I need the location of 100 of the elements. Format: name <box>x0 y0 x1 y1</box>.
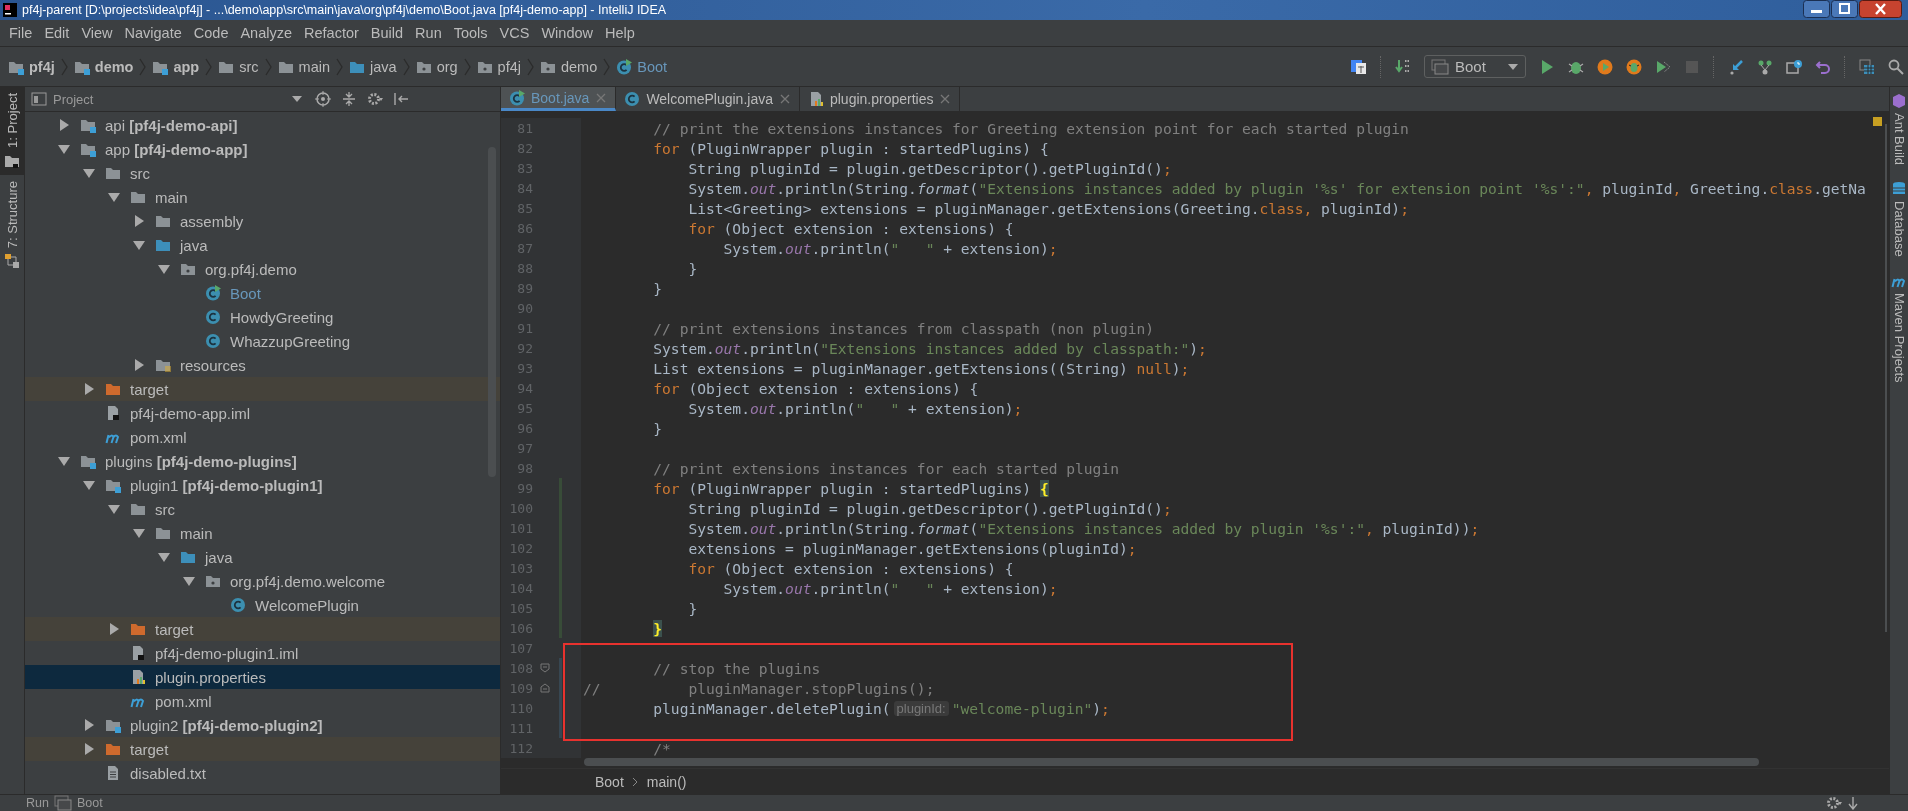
tree-item[interactable]: org.pf4j.demo <box>25 257 500 281</box>
tree-item[interactable]: WelcomePlugin <box>25 593 500 617</box>
menu-item[interactable]: Tools <box>447 23 494 43</box>
collapsed-arrow-icon[interactable] <box>57 118 71 132</box>
tree-item[interactable]: main <box>25 521 500 545</box>
tree-item[interactable]: HowdyGreeting <box>25 305 500 329</box>
expanded-arrow-icon[interactable] <box>57 454 71 468</box>
tree-item[interactable]: src <box>25 161 500 185</box>
run-icon[interactable] <box>1539 58 1555 75</box>
menu-item[interactable]: Build <box>364 23 410 43</box>
close-icon[interactable] <box>778 93 791 105</box>
tree-item[interactable]: target <box>25 377 500 401</box>
collapsed-arrow-icon[interactable] <box>132 358 146 372</box>
breadcrumb-item[interactable]: Boot <box>595 773 624 790</box>
tree-item[interactable]: resources <box>25 353 500 377</box>
tree-item[interactable]: plugin.properties <box>25 665 500 689</box>
editor-tab[interactable]: plugin.properties <box>799 87 961 111</box>
tree-item[interactable]: assembly <box>25 209 500 233</box>
menu-item[interactable]: Analyze <box>234 23 299 43</box>
menu-item[interactable]: Run <box>409 23 448 43</box>
sort-icon[interactable] <box>1395 58 1411 75</box>
collapsed-arrow-icon[interactable] <box>82 718 96 732</box>
tree-item[interactable]: target <box>25 617 500 641</box>
menu-item[interactable]: Refactor <box>298 23 365 43</box>
scrollbar-thumb[interactable] <box>584 758 1759 766</box>
tree-item[interactable]: pf4j-demo-plugin1.iml <box>25 641 500 665</box>
collapse-icon[interactable] <box>341 91 357 107</box>
expanded-arrow-icon[interactable] <box>182 574 196 588</box>
breadcrumb-item[interactable]: pf4j <box>8 58 55 75</box>
tree-item[interactable]: Boot <box>25 281 500 305</box>
tree-item[interactable]: WhazzupGreeting <box>25 329 500 353</box>
tree-item[interactable]: api [pf4j-demo-api] <box>25 113 500 137</box>
change-marker[interactable] <box>559 698 562 718</box>
tool-window-tab[interactable]: Run Boot <box>26 795 103 811</box>
menu-item[interactable]: Edit <box>38 23 76 43</box>
tree-item[interactable]: org.pf4j.demo.welcome <box>25 569 500 593</box>
breadcrumb-item[interactable]: demo <box>540 58 598 75</box>
expanded-arrow-icon[interactable] <box>107 190 121 204</box>
tree-item[interactable]: java <box>25 233 500 257</box>
breadcrumb-item[interactable]: main <box>277 58 330 75</box>
profile-icon[interactable] <box>1626 58 1642 75</box>
panel-view-dropdown[interactable]: Project <box>31 91 303 107</box>
tree-item[interactable]: pom.xml <box>25 425 500 449</box>
collapsed-arrow-icon[interactable] <box>82 382 96 396</box>
download-icon[interactable] <box>1848 796 1858 810</box>
editor-tab[interactable]: WelcomePlugin.java <box>616 87 800 111</box>
tool-window-tab[interactable]: Maven Projects <box>1890 266 1908 393</box>
tree-item[interactable]: disabled.txt <box>25 761 500 785</box>
run-configuration-dropdown[interactable]: Boot <box>1424 55 1526 78</box>
locate-icon[interactable] <box>315 91 331 107</box>
collapsed-arrow-icon[interactable] <box>82 742 96 756</box>
tool-window-tab[interactable]: 7: Structure <box>0 174 24 276</box>
breadcrumb-item[interactable]: pf4j <box>476 58 521 75</box>
tree-item[interactable]: target <box>25 737 500 761</box>
tool-window-tab[interactable]: Ant Build <box>1890 87 1908 176</box>
tree-item[interactable]: main <box>25 185 500 209</box>
close-button[interactable] <box>1859 0 1902 18</box>
tool-window-tab[interactable]: 1: Project <box>0 87 24 175</box>
expanded-arrow-icon[interactable] <box>57 142 71 156</box>
collapsed-arrow-icon[interactable] <box>132 214 146 228</box>
fold-icon[interactable] <box>540 683 550 693</box>
breadcrumb-item[interactable]: app <box>152 58 200 75</box>
tree-item[interactable]: plugins [pf4j-demo-plugins] <box>25 449 500 473</box>
breadcrumb-item[interactable]: java <box>349 58 397 75</box>
maximize-button[interactable] <box>1831 0 1858 18</box>
expanded-arrow-icon[interactable] <box>132 238 146 252</box>
tree-item[interactable]: pf4j-demo-app.iml <box>25 401 500 425</box>
menu-item[interactable]: Window <box>535 23 599 43</box>
tree-item[interactable]: app [pf4j-demo-app] <box>25 137 500 161</box>
scrollbar-thumb[interactable] <box>1885 124 1887 632</box>
expanded-arrow-icon[interactable] <box>157 550 171 564</box>
search-icon[interactable] <box>1888 58 1904 75</box>
menu-item[interactable]: Navigate <box>118 23 188 43</box>
run-hatched-icon[interactable] <box>1655 58 1671 75</box>
menu-item[interactable]: File <box>3 23 39 43</box>
collapsed-arrow-icon[interactable] <box>107 622 121 636</box>
undo-icon[interactable] <box>1815 58 1831 75</box>
breadcrumb-item[interactable]: src <box>218 58 259 75</box>
menu-item[interactable]: VCS <box>493 23 536 43</box>
expanded-arrow-icon[interactable] <box>132 526 146 540</box>
minimize-button[interactable] <box>1803 0 1830 18</box>
expanded-arrow-icon[interactable] <box>107 502 121 516</box>
vcs-update-icon[interactable] <box>1728 58 1744 75</box>
hide-icon[interactable] <box>393 91 409 107</box>
project-structure-icon[interactable] <box>1859 58 1875 75</box>
translate-icon[interactable] <box>1350 58 1367 75</box>
vcs-commit-icon[interactable] <box>1757 58 1773 75</box>
menu-item[interactable]: Help <box>599 23 641 43</box>
history-icon[interactable] <box>1786 58 1802 75</box>
menu-item[interactable]: Code <box>187 23 235 43</box>
expanded-arrow-icon[interactable] <box>82 166 96 180</box>
settings-icon[interactable] <box>1826 795 1842 811</box>
settings-icon[interactable] <box>367 91 383 107</box>
tree-item[interactable]: plugin1 [pf4j-demo-plugin1] <box>25 473 500 497</box>
breadcrumb-item[interactable]: demo <box>73 58 134 75</box>
tree-item[interactable]: src <box>25 497 500 521</box>
breadcrumb-item[interactable]: main() <box>646 773 687 790</box>
breadcrumb-item[interactable]: Boot <box>616 58 668 75</box>
expanded-arrow-icon[interactable] <box>82 478 96 492</box>
tree-item[interactable]: java <box>25 545 500 569</box>
